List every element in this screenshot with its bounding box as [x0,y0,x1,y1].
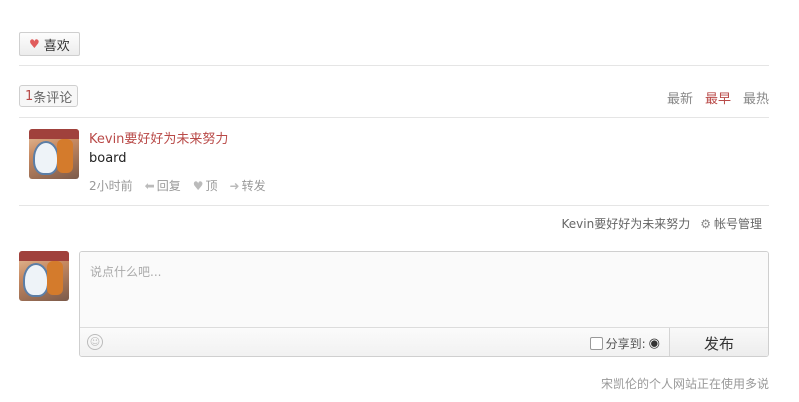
like-button-label: 喜欢 [43,38,70,54]
comment-count-text: 条评论 [33,90,73,106]
heart-icon: ♥ [192,179,204,193]
comment-editor: ☺ 分享到: ◉ 发布 [79,251,769,357]
comment-count-badge: 1 条评论 [19,85,79,107]
account-bar: Kevin要好好为未来努力 ⚙ 帐号管理 [562,215,762,232]
editor-toolbar: ☺ 分享到: ◉ 发布 [80,327,768,356]
sort-options: 最新 最早 最热 [667,88,769,107]
divider [19,205,769,206]
comment-author-avatar[interactable] [29,129,79,179]
reply-icon: ⬅ [144,179,155,193]
divider [19,65,769,66]
comment-meta: 2小时前 ⬅ 回复 ♥ 顶 ➜ 转发 [89,177,266,194]
share-checkbox[interactable] [589,337,603,350]
share-option: 分享到: ◉ [589,335,660,352]
like-button[interactable]: ♥ 喜欢 [19,32,80,56]
reply-button[interactable]: ⬅ 回复 [145,177,181,194]
sort-oldest[interactable]: 最早 [705,88,731,107]
forward-arrow-icon: ➜ [229,179,240,193]
footer-text[interactable]: 宋凯伦的个人网站正在使用多说 [601,375,769,392]
comment-count-number: 1 [25,88,34,104]
emoji-icon[interactable]: ☺ [87,334,103,350]
comment-message: board [89,151,127,166]
repost-button[interactable]: ➜ 转发 [230,177,266,194]
share-label: 分享到: [605,337,646,351]
heart-icon: ♥ [29,37,40,51]
comment-time: 2小时前 [89,179,133,193]
divider [19,117,769,118]
sort-newest[interactable]: 最新 [667,88,693,107]
upvote-button[interactable]: ♥ 顶 [193,177,218,194]
account-user-name[interactable]: Kevin要好好为未来努力 [562,215,691,232]
comment-input[interactable] [80,252,768,327]
account-manage-link[interactable]: ⚙ 帐号管理 [700,215,762,232]
gear-icon: ⚙ [700,217,711,231]
current-user-avatar [19,251,69,301]
publish-button[interactable]: 发布 [669,328,768,356]
comment-author-name[interactable]: Kevin要好好为未来努力 [89,128,228,147]
sort-hottest[interactable]: 最热 [743,88,769,107]
weibo-icon[interactable]: ◉ [649,336,660,351]
